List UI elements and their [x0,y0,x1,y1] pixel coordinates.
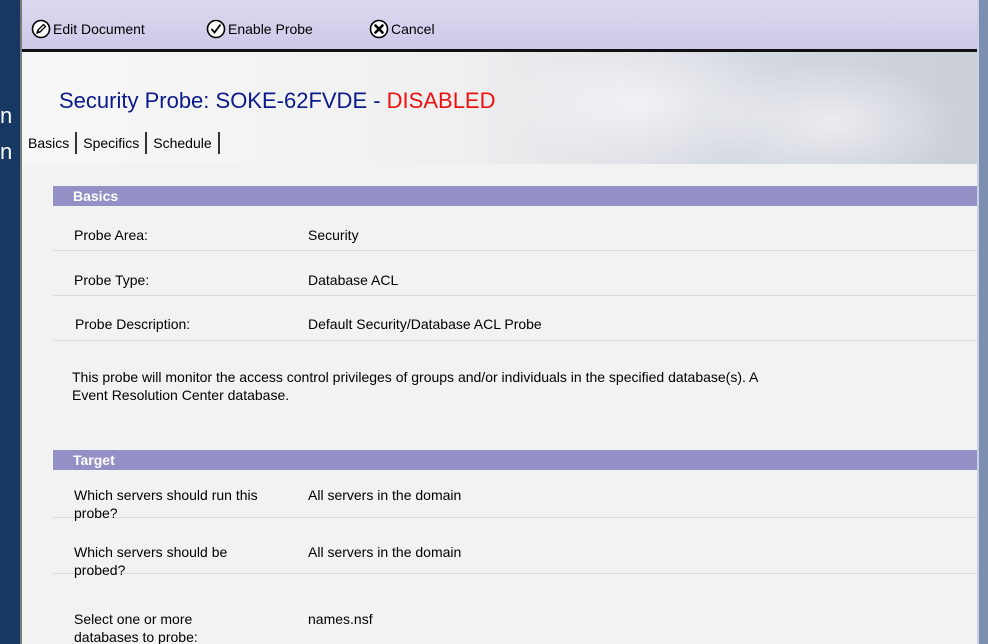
form-content: Basics Probe Area: Security Probe Type: … [22,164,977,644]
section-header-target: Target [53,450,977,470]
field-label: Select one or more databases to probe: [74,611,198,644]
status-label: DISABLED [386,88,496,113]
field-row-servers-probed: Which servers should be probed? All serv… [53,518,977,578]
x-circle-icon [369,19,389,39]
field-row-servers-run: Which servers should run this probe? All… [53,470,977,521]
description-line: This probe will monitor the access contr… [72,369,759,385]
field-value: All servers in the domain [308,544,462,560]
field-value: Security [308,227,359,243]
tab-specifics[interactable]: Specifics [77,132,148,154]
edit-document-button[interactable]: Edit Document [31,18,145,40]
description-line: Event Resolution Center database. [72,387,290,403]
field-value: names.nsf [308,611,373,627]
field-row-probe-type: Probe Type: Database ACL [53,251,977,296]
tab-schedule[interactable]: Schedule [147,132,220,154]
page-title: Security Probe: SOKE-62FVDE - DISABLED [59,88,496,114]
background-desktop-strip: n n [0,0,20,644]
field-row-databases: Select one or more databases to probe: n… [53,574,977,644]
background-text-fragment: n [0,103,13,128]
tab-basics[interactable]: Basics [22,132,78,154]
field-label: Probe Type: [74,272,150,288]
window-right-edge [977,0,988,644]
field-value: Default Security/Database ACL Probe [308,316,542,332]
field-value: All servers in the domain [308,487,462,503]
probe-description-text: This probe will monitor the access contr… [72,368,977,404]
edit-document-label: Edit Document [53,21,145,37]
field-value: Database ACL [308,272,399,288]
probe-title: Security Probe: SOKE-62FVDE - [59,88,387,113]
pencil-icon [31,19,51,39]
checkmark-icon [206,19,226,39]
cancel-label: Cancel [391,21,435,37]
field-label: Probe Description: [75,316,191,332]
action-toolbar: Edit Document Enable Probe Cancel [22,0,977,52]
field-row-probe-area: Probe Area: Security [53,206,977,251]
enable-probe-label: Enable Probe [228,21,313,37]
document-window: Edit Document Enable Probe Cancel Securi… [22,0,977,644]
section-header-basics: Basics [53,186,977,206]
tab-bar: Basics Specifics Schedule [22,130,220,156]
field-label: Which servers should run this probe? [74,487,258,521]
cancel-button[interactable]: Cancel [369,18,435,40]
field-label: Probe Area: [74,227,148,243]
enable-probe-button[interactable]: Enable Probe [206,18,313,40]
field-row-probe-description: Probe Description: Default Security/Data… [53,296,977,341]
background-text-fragment: n [0,139,13,164]
